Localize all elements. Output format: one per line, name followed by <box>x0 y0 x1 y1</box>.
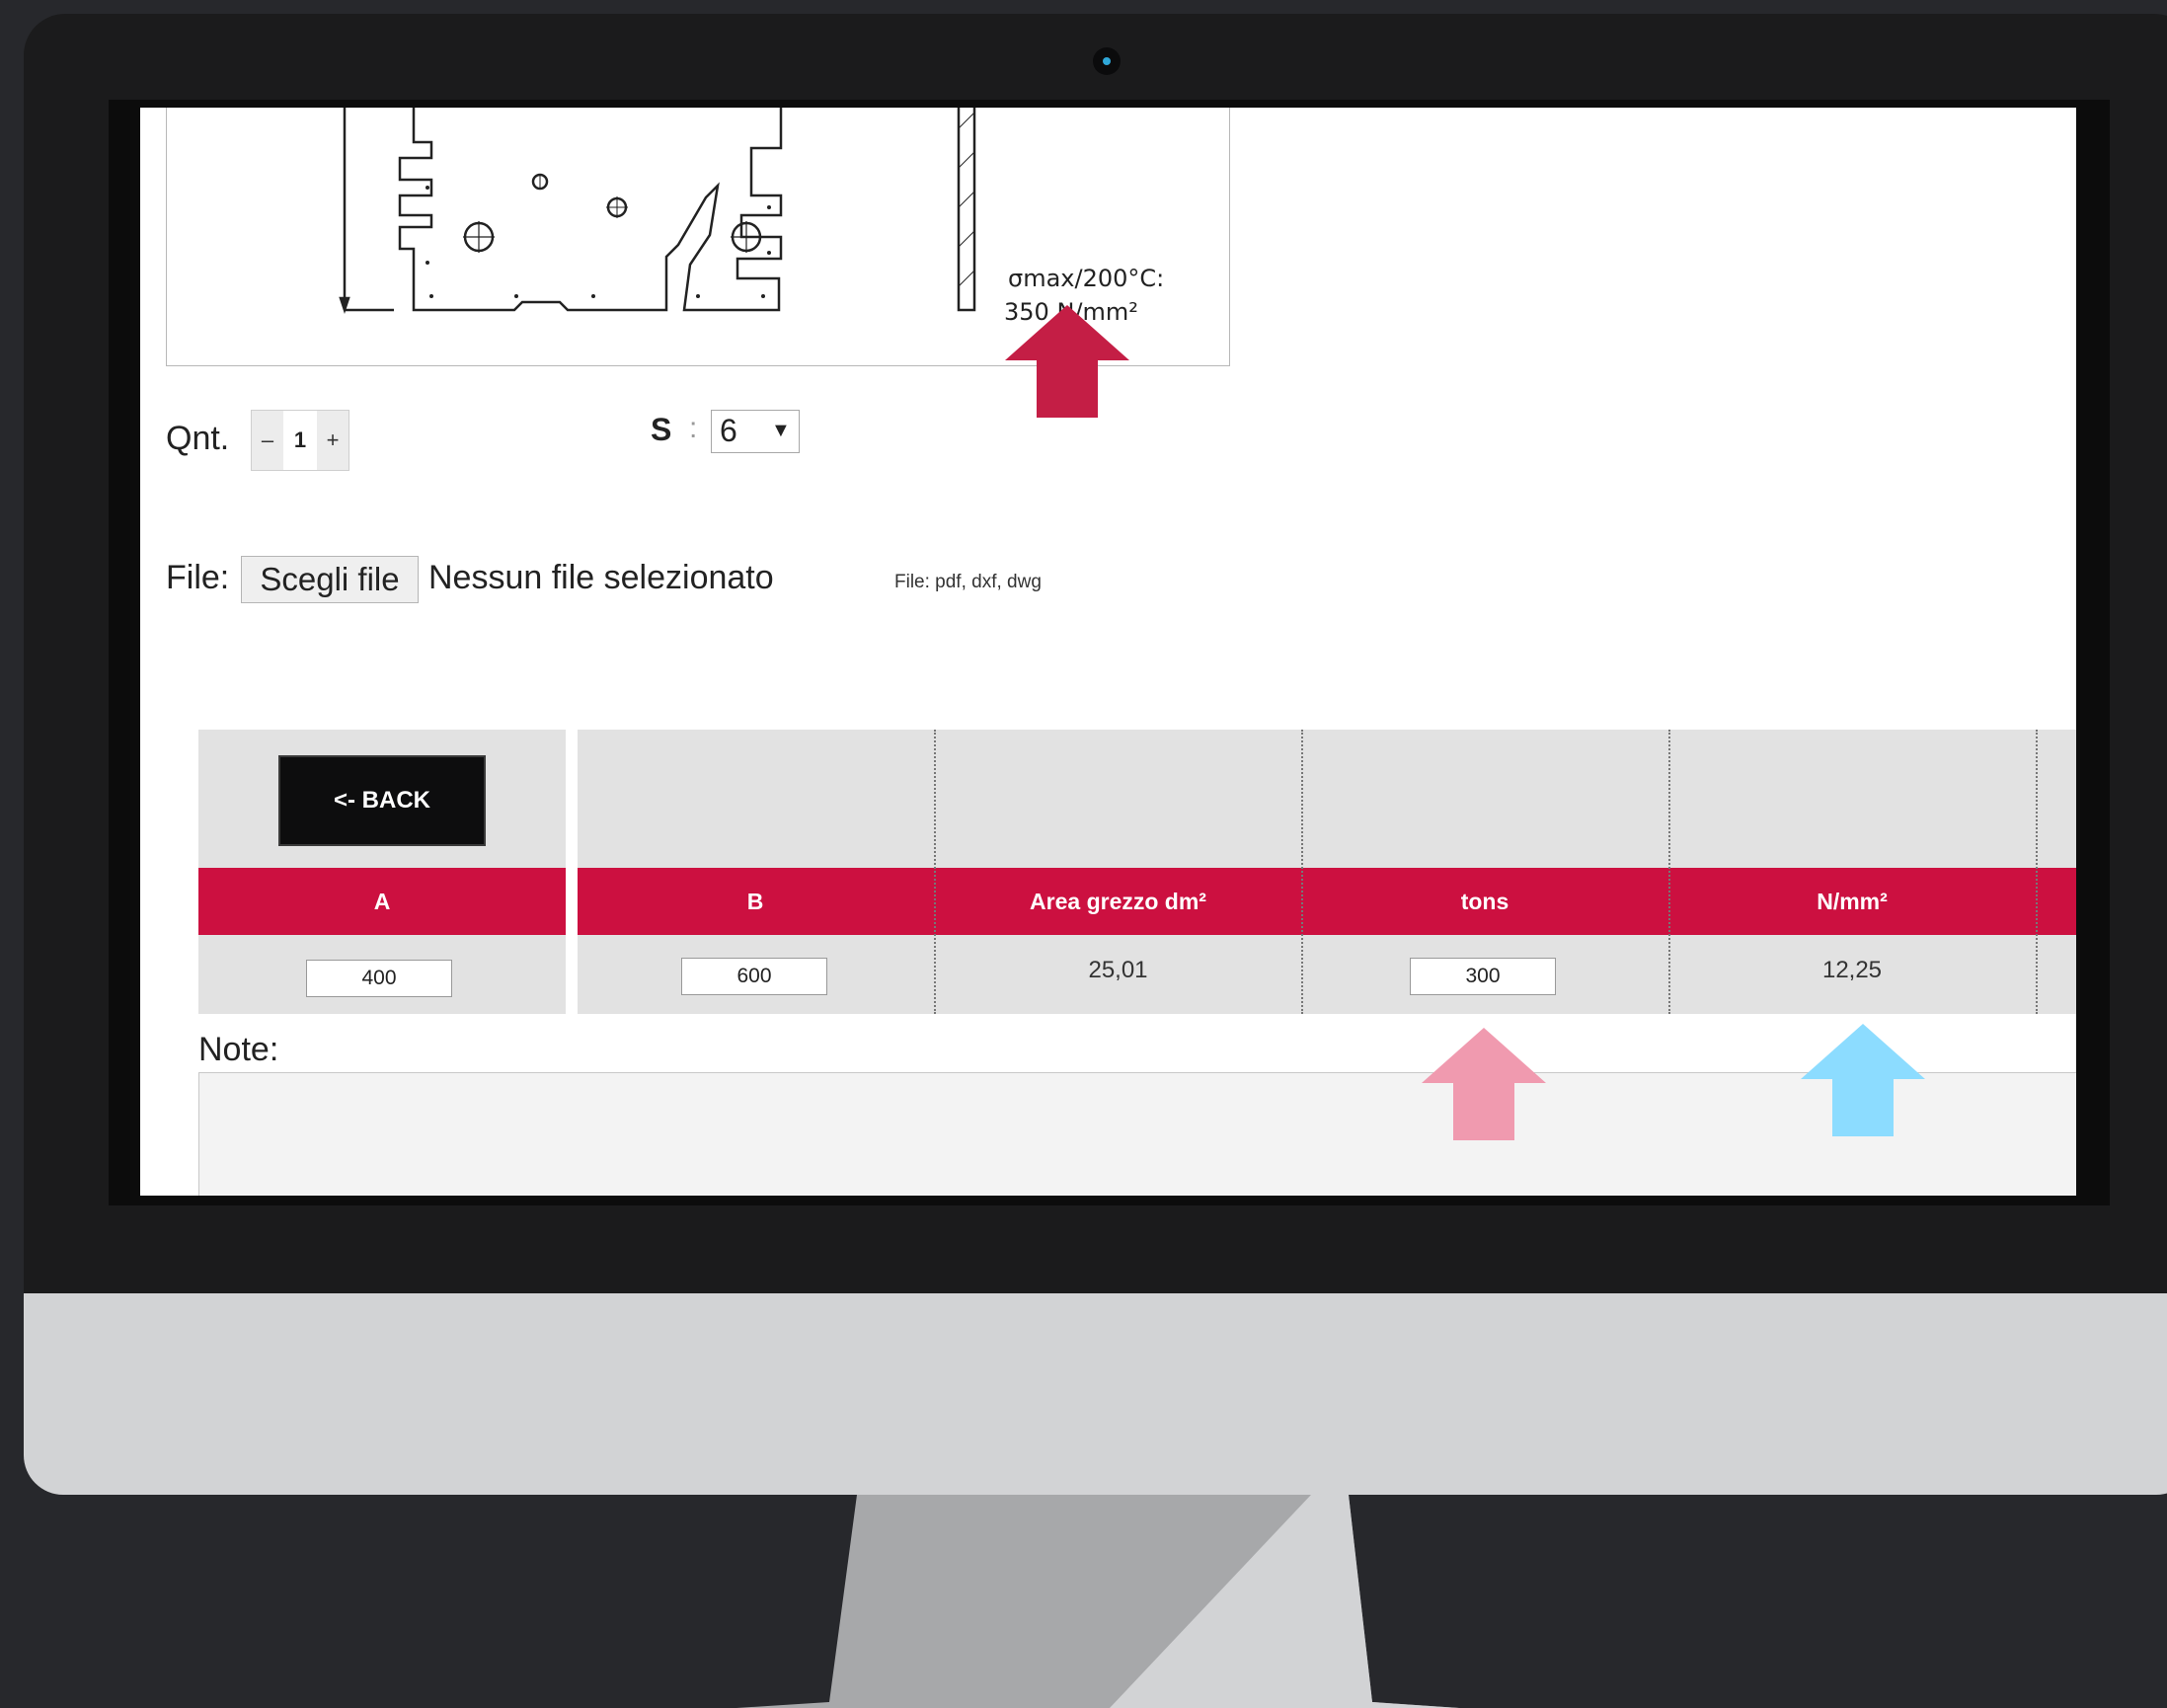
up-arrow-pink-icon <box>1422 1028 1546 1140</box>
quantity-value[interactable]: 1 <box>283 411 317 470</box>
file-status: Nessun file selezionato <box>428 559 774 596</box>
column-divider <box>1301 730 1303 1014</box>
header-tons: tons <box>1460 889 1509 914</box>
file-label: File: <box>166 559 230 596</box>
decrement-button[interactable]: – <box>252 411 283 470</box>
header-b: B <box>746 889 764 914</box>
header-area: Area grezzo dm² <box>1030 889 1206 914</box>
header-panel <box>578 730 2076 868</box>
column-divider <box>2036 730 2038 1014</box>
column-divider <box>1668 730 1670 1014</box>
area-value: 25,01 <box>1088 957 1148 983</box>
s-select[interactable]: 6 ▼ <box>711 410 800 453</box>
increment-button[interactable]: + <box>317 411 348 470</box>
header-nmm2: N/mm² <box>1817 889 1888 914</box>
choose-file-button[interactable]: Scegli file <box>241 556 419 603</box>
quantity-stepper[interactable]: – 1 + <box>251 410 349 471</box>
s-selected-value: 6 <box>720 413 737 448</box>
up-arrow-red-icon <box>1005 305 1129 418</box>
quantity-label: Qnt. <box>166 420 230 457</box>
stress-label: σmax/200°C: <box>1008 265 1165 292</box>
tons-input[interactable]: 300 <box>1410 958 1556 995</box>
b-input[interactable]: 600 <box>681 958 827 995</box>
webcam-icon <box>1093 47 1121 75</box>
monitor-chin <box>24 1293 2167 1495</box>
header-a: A <box>198 868 566 935</box>
note-textarea[interactable] <box>198 1072 2076 1196</box>
s-label: S <box>651 412 672 447</box>
a-input[interactable]: 400 <box>306 960 452 997</box>
s-colon: : <box>689 412 698 444</box>
monitor-stand <box>736 1495 1459 1708</box>
file-types-hint: File: pdf, dxf, dwg <box>894 572 1042 592</box>
note-label: Note: <box>198 1031 279 1068</box>
back-button[interactable]: <- BACK <box>278 755 486 846</box>
up-arrow-blue-icon <box>1801 1024 1925 1136</box>
nmm2-value: 12,25 <box>1821 957 1883 983</box>
browser-viewport: σmax/200°C: 350 N/mm² Qnt. – 1 + S : 6 ▼… <box>140 108 2076 1196</box>
column-divider <box>934 730 936 1014</box>
dropdown-arrow-icon: ▼ <box>771 420 791 441</box>
